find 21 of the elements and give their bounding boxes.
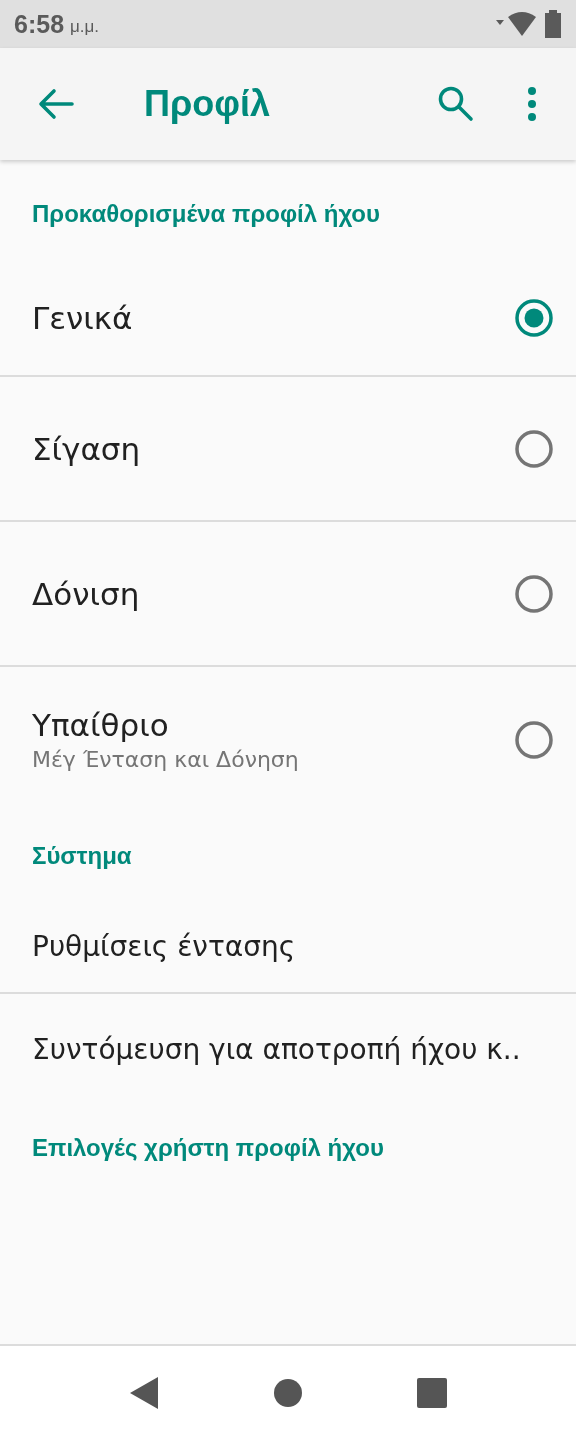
toolbar-title: Προφίλ — [144, 83, 271, 125]
circle-home-icon — [273, 1378, 303, 1408]
battery-icon — [544, 10, 562, 38]
setting-item[interactable]: Ρυθμίσεις έντασης — [32, 929, 296, 963]
status-period: μ.μ. — [70, 17, 100, 37]
status-time: 6:58 — [14, 9, 65, 39]
section-header: Σύστημα — [31, 842, 133, 870]
profile-summary: Μέγ Ένταση και Δόνηση — [32, 747, 300, 772]
profile-title[interactable]: Γενικά — [32, 299, 512, 336]
setting-item[interactable]: Συντόμευση για αποτροπή ήχου κ.. — [32, 1032, 521, 1066]
section-header: Προκαθορισμένα προφίλ ήχου — [31, 200, 381, 228]
search-icon — [436, 84, 476, 124]
square-recents-icon — [417, 1378, 447, 1408]
back-arrow-icon — [38, 88, 74, 120]
profile-title[interactable]: Υπαίθριο — [32, 707, 512, 743]
wifi-icon — [494, 11, 536, 37]
more-icon — [527, 86, 537, 122]
triangle-back-icon — [129, 1376, 159, 1410]
section-header: Επιλογές χρήστη προφίλ ήχου — [31, 1134, 385, 1162]
profile-title[interactable]: Δόνιση — [32, 575, 512, 612]
profile-title[interactable]: Σίγαση — [32, 430, 512, 467]
